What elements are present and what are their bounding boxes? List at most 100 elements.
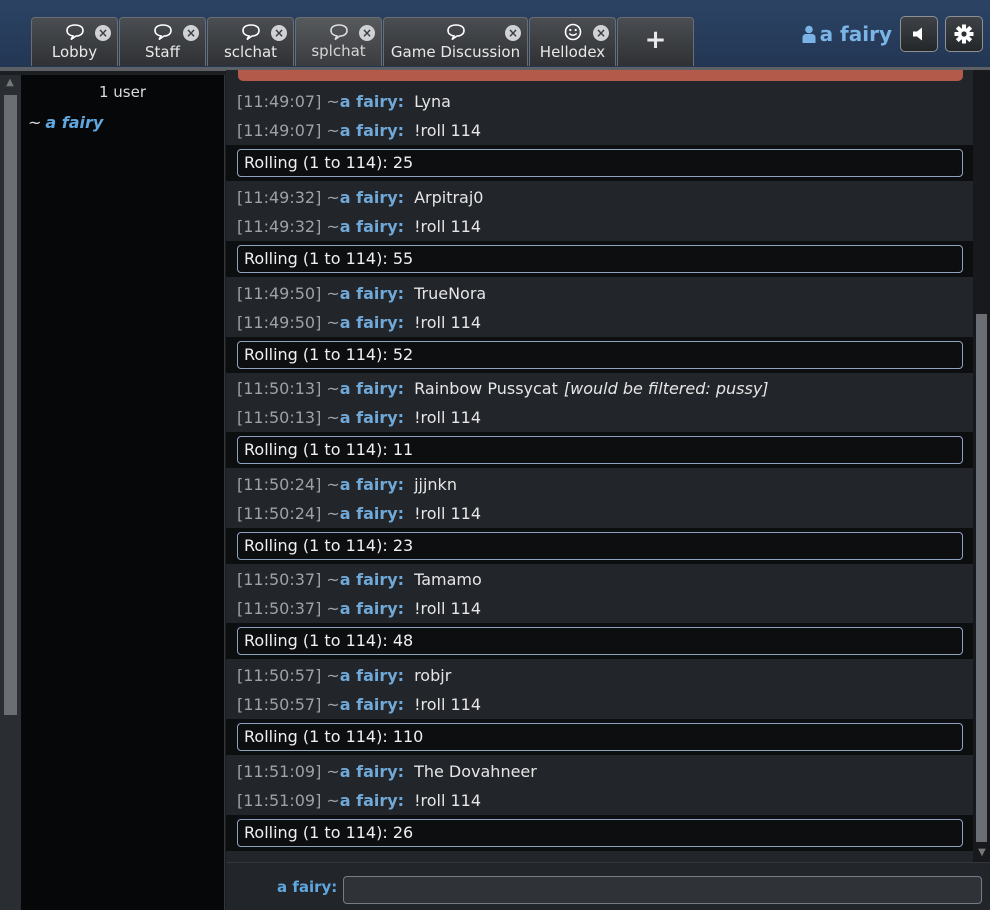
chat-message: [11:49:07] ~ a fairy: Lyna [226, 87, 973, 116]
tab-sclchat[interactable]: sclchat × [207, 17, 294, 66]
message-group: [11:50:37] ~ a fairy: Tamamo [11:50:37] ~ a f… [226, 565, 973, 659]
tab-bar: Lobby × Staff × sclchat × splchat × Game… [31, 17, 695, 66]
message-author[interactable]: a fairy: [340, 121, 404, 140]
message-author[interactable]: a fairy: [340, 504, 404, 523]
user-count: 1 user [98, 83, 147, 101]
user-rank: ~ [326, 188, 340, 207]
message-text: !roll 114 [414, 408, 482, 427]
message-author[interactable]: a fairy: [340, 762, 404, 781]
tab-label: Lobby [51, 43, 98, 61]
timestamp: [11:49:07] [237, 121, 322, 140]
message-group: [11:50:13] ~ a fairy: Rainbow Pussycat [woul… [226, 374, 973, 468]
message-author[interactable]: a fairy: [340, 475, 404, 494]
user-rank: ~ [326, 284, 340, 303]
message-text: Arpitraj0 [414, 188, 484, 207]
roll-result-row: Rolling (1 to 114): 11 [226, 432, 973, 468]
timestamp: [11:50:24] [237, 475, 322, 494]
message-text: Tamamo [414, 570, 482, 589]
message-author[interactable]: a fairy: [340, 284, 404, 303]
timestamp: [11:51:09] [237, 791, 322, 810]
timestamp: [11:50:13] [237, 379, 322, 398]
timestamp: [11:50:24] [237, 504, 322, 523]
message-author[interactable]: a fairy: [340, 599, 404, 618]
message-author[interactable]: a fairy: [340, 92, 404, 111]
close-icon[interactable]: × [183, 25, 199, 41]
userlist-item[interactable]: ~ a fairy [28, 113, 224, 132]
chat-message: [11:50:13] ~ a fairy: Rainbow Pussycat [woul… [226, 374, 973, 403]
tab-splchat[interactable]: splchat × [295, 17, 382, 66]
message-author[interactable]: a fairy: [340, 217, 404, 236]
chat-message: [11:50:24] ~ a fairy: jjjnkn [226, 470, 973, 499]
message-author[interactable]: a fairy: [340, 570, 404, 589]
speaker-icon [913, 27, 922, 41]
scrollbar-thumb[interactable] [4, 95, 17, 715]
user-rank: ~ [326, 762, 340, 781]
message-author[interactable]: a fairy: [340, 188, 404, 207]
username-label: a fairy [819, 22, 892, 46]
message-text: Lyna [414, 92, 451, 111]
close-icon[interactable]: × [271, 25, 287, 41]
user-rank: ~ [326, 504, 340, 523]
roll-result: Rolling (1 to 114): 110 [237, 723, 963, 751]
speech-bubble-icon [153, 23, 173, 45]
message-text: !roll 114 [414, 121, 482, 140]
message-author[interactable]: a fairy: [340, 791, 404, 810]
close-icon[interactable]: × [95, 25, 111, 41]
roll-result: Rolling (1 to 114): 52 [237, 341, 963, 369]
message-text: !roll 114 [414, 217, 482, 236]
user-rank: ~ [326, 695, 340, 714]
tab-label: Game Discussion [390, 43, 521, 61]
speech-bubble-icon [65, 23, 85, 45]
header: Lobby × Staff × sclchat × splchat × Game… [0, 0, 990, 71]
scroll-down-arrow-icon[interactable]: ▼ [976, 847, 988, 859]
tab-game-discussion[interactable]: Game Discussion × [383, 17, 528, 66]
roll-result-row: Rolling (1 to 114): 25 [226, 145, 973, 181]
chat-scrollbar[interactable]: ▼ [973, 70, 990, 862]
userlist-panel: 1 user ~ a fairy [21, 75, 225, 910]
timestamp: [11:49:32] [237, 188, 322, 207]
message-text: !roll 114 [414, 599, 482, 618]
chat-message: [11:50:37] ~ a fairy: Tamamo [226, 565, 973, 594]
userlist-scrollbar[interactable]: ▲ [0, 75, 21, 910]
message-author[interactable]: a fairy: [340, 666, 404, 685]
close-icon[interactable]: × [505, 25, 521, 41]
chat-message: [11:51:09] ~ a fairy: !roll 114 [226, 786, 973, 815]
tab-hellodex[interactable]: Hellodex × [529, 17, 616, 66]
settings-button[interactable] [945, 16, 983, 52]
roll-result-row: Rolling (1 to 114): 52 [226, 337, 973, 373]
new-tab-button[interactable]: + [617, 17, 694, 66]
gear-icon [954, 24, 974, 44]
message-group: [11:50:57] ~ a fairy: robjr [11:50:57] ~ a fa… [226, 661, 973, 755]
input-username-label: a fairy: [277, 878, 338, 896]
chat-app: Lobby × Staff × sclchat × splchat × Game… [0, 0, 990, 910]
tab-label: Hellodex [539, 43, 606, 61]
roll-result: Rolling (1 to 114): 55 [237, 245, 963, 273]
chat-input[interactable] [343, 876, 982, 904]
user-rank: ~ [326, 475, 340, 494]
message-group: [11:49:07] ~ a fairy: Lyna [11:49:07] ~ a fai… [226, 87, 973, 181]
roll-result: Rolling (1 to 114): 23 [237, 532, 963, 560]
timestamp: [11:49:32] [237, 217, 322, 236]
timestamp: [11:50:37] [237, 570, 322, 589]
message-author[interactable]: a fairy: [340, 313, 404, 332]
close-icon[interactable]: × [593, 25, 609, 41]
tab-staff[interactable]: Staff × [119, 17, 206, 66]
timestamp: [11:49:07] [237, 92, 322, 111]
roll-result: Rolling (1 to 114): 25 [237, 149, 963, 177]
message-author[interactable]: a fairy: [340, 695, 404, 714]
roll-result-row: Rolling (1 to 114): 55 [226, 241, 973, 277]
username-button[interactable]: a fairy [802, 22, 892, 46]
speech-bubble-icon [446, 23, 466, 45]
userlist-username: a fairy [45, 113, 104, 132]
user-rank: ~ [28, 113, 42, 132]
sound-button[interactable] [900, 16, 938, 52]
scrollbar-thumb[interactable] [976, 314, 987, 842]
user-rank: ~ [326, 666, 340, 685]
message-author[interactable]: a fairy: [340, 408, 404, 427]
scroll-up-arrow-icon[interactable]: ▲ [4, 77, 16, 89]
tab-lobby[interactable]: Lobby × [31, 17, 118, 66]
chat-message: [11:49:32] ~ a fairy: Arpitraj0 [226, 183, 973, 212]
user-rank: ~ [326, 408, 340, 427]
message-author[interactable]: a fairy: [340, 379, 404, 398]
close-icon[interactable]: × [359, 25, 375, 41]
